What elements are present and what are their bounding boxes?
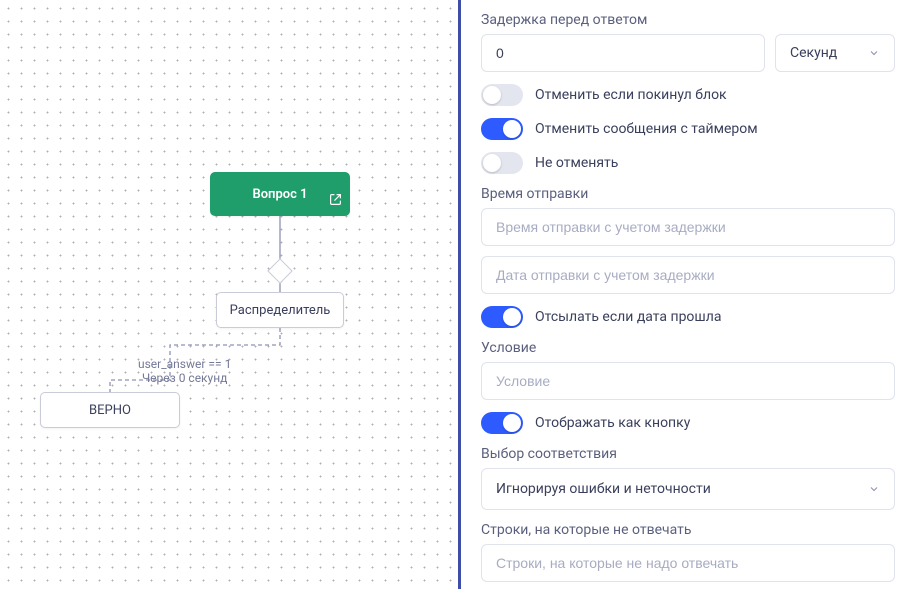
edge-condition-label: user_answer == 1 Через 0 секунд [138,357,231,385]
toggle-send-if-past-label: Отсылать если дата прошла [535,309,721,325]
send-date-input[interactable] [481,256,895,294]
flow-canvas[interactable]: Вопрос 1 Распределитель user_answer == 1… [0,0,458,589]
delay-unit-select[interactable]: Секунд [775,34,895,72]
edge-condition-text: user_answer == 1 [138,357,231,371]
delay-label: Задержка перед ответом [481,12,895,28]
toggle-cancel-if-left-label: Отменить если покинул блок [535,87,727,103]
chevron-down-icon [868,47,880,59]
ignore-lines-label: Строки, на которые не отвечать [481,522,895,538]
toggle-cancel-if-left[interactable] [481,84,523,106]
toggle-send-if-past[interactable] [481,306,523,328]
condition-input[interactable] [481,362,895,400]
ignore-lines-input[interactable] [481,544,895,582]
edge-delay-text: Через 0 секунд [138,371,231,385]
chevron-down-icon [868,483,880,495]
send-time-label: Время отправки [481,186,895,202]
external-link-icon [329,193,342,210]
condition-label: Условие [481,340,895,356]
node-router-label: Распределитель [230,303,331,318]
toggle-dont-cancel[interactable] [481,152,523,174]
node-router[interactable]: Распределитель [216,292,344,328]
toggle-show-as-button-label: Отображать как кнопку [535,415,690,431]
node-diamond[interactable] [267,258,292,283]
match-select[interactable]: Игнорируя ошибки и неточности [481,468,895,510]
node-question-label: Вопрос 1 [252,187,307,202]
node-question[interactable]: Вопрос 1 [210,172,350,216]
toggle-cancel-timer-label: Отменить сообщения с таймером [535,121,758,137]
toggle-cancel-timer[interactable] [481,118,523,140]
match-value: Игнорируя ошибки и неточности [496,481,711,497]
match-label: Выбор соответствия [481,446,895,462]
send-time-input[interactable] [481,208,895,246]
settings-panel[interactable]: Задержка перед ответом Секунд Отменить е… [458,0,915,589]
toggle-show-as-button[interactable] [481,412,523,434]
toggle-dont-cancel-label: Не отменять [535,155,618,171]
node-correct-label: ВЕРНО [89,403,131,418]
node-correct[interactable]: ВЕРНО [40,392,180,428]
delay-unit-value: Секунд [790,45,837,61]
delay-input[interactable] [481,34,765,72]
